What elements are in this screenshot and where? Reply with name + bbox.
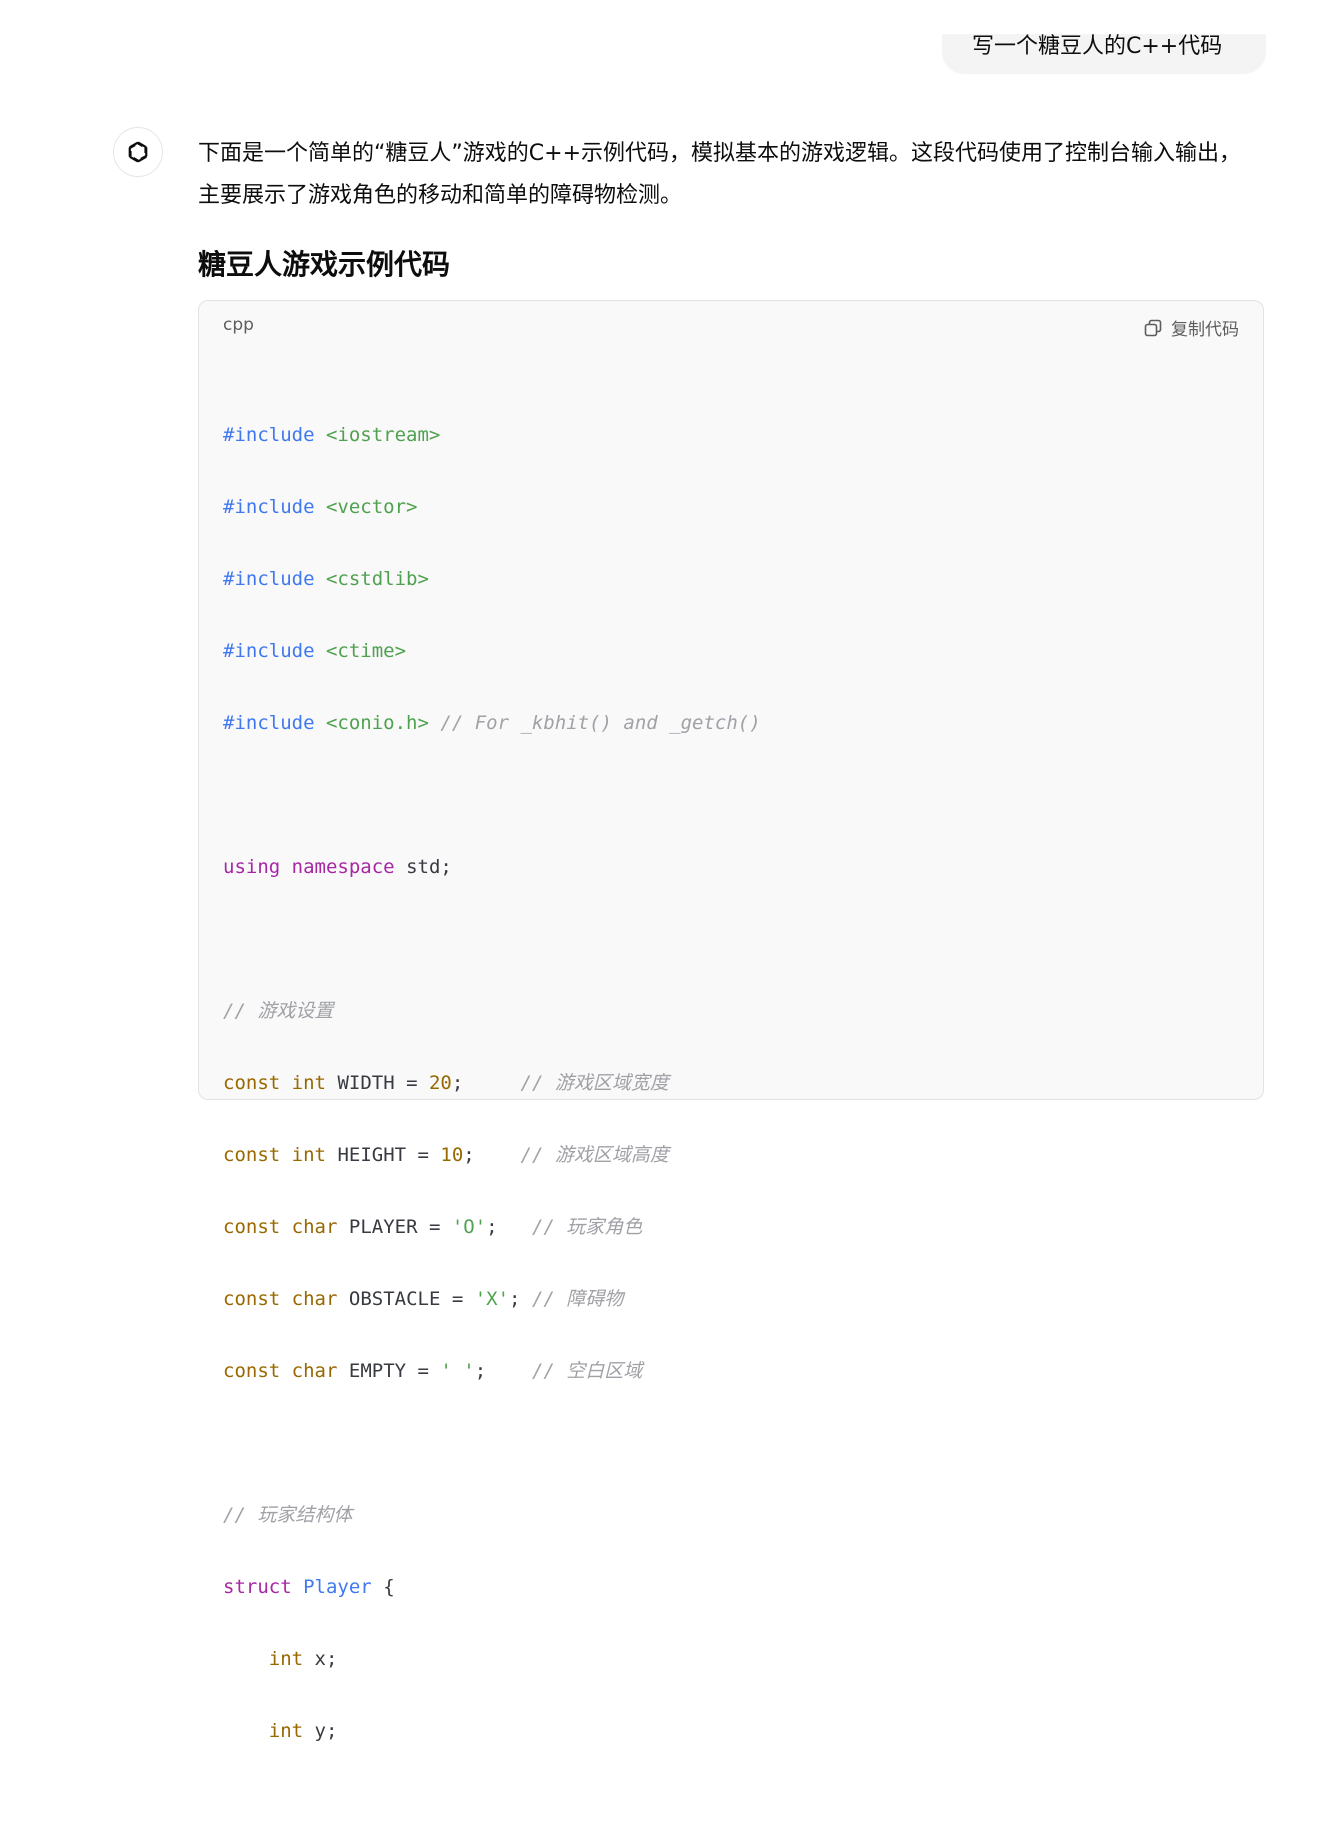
code-line: #include <ctime>: [223, 633, 761, 669]
code-token: ;: [509, 1288, 521, 1310]
code-token: // 游戏区域高度: [520, 1144, 669, 1166]
code-token: int: [268, 1720, 304, 1742]
code-token: <iostream>: [325, 424, 441, 446]
code-line: using namespace std;: [223, 849, 761, 885]
code-line: struct Player {: [223, 1569, 761, 1605]
code-token: WIDTH =: [337, 1072, 418, 1094]
code-token: const: [223, 1144, 281, 1166]
code-line: #include <cstdlib>: [223, 561, 761, 597]
code-line: #include <conio.h> // For _kbhit() and _…: [223, 705, 761, 741]
code-token: <conio.h>: [325, 712, 429, 734]
code-token: const: [223, 1288, 281, 1310]
code-token: char: [291, 1360, 338, 1382]
assistant-intro-text: 下面是一个简单的“糖豆人”游戏的C++示例代码，模拟基本的游戏逻辑。这段代码使用…: [198, 141, 1242, 208]
code-line: #include <iostream>: [223, 417, 761, 453]
code-line: const int WIDTH = 20; // 游戏区域宽度: [223, 1065, 761, 1101]
code-token: 10: [440, 1144, 464, 1166]
code-token: int: [268, 1648, 304, 1670]
code-token: x;: [314, 1648, 338, 1670]
code-token: y;: [314, 1720, 338, 1742]
code-token: // 游戏设置: [223, 1000, 334, 1022]
code-line: const char OBSTACLE = 'X'; // 障碍物: [223, 1281, 761, 1317]
code-line: #include <vector>: [223, 489, 761, 525]
code-token: char: [291, 1288, 338, 1310]
copy-icon: [1144, 319, 1162, 336]
code-token: #include: [223, 712, 315, 734]
code-token: OBSTACLE =: [348, 1288, 464, 1310]
code-token: using: [223, 856, 281, 878]
code-token: #include: [223, 640, 315, 662]
code-token: ' ': [440, 1360, 475, 1382]
code-token: #include: [223, 568, 315, 590]
code-token: // 障碍物: [531, 1288, 624, 1310]
code-token: struct: [223, 1576, 292, 1598]
code-token: ;: [474, 1360, 487, 1382]
user-message-bubble: 写一个糖豆人的C++代码: [942, 34, 1266, 74]
code-line: const char EMPTY = ' '; // 空白区域: [223, 1353, 761, 1389]
code-content: #include <iostream> #include <vector> #i…: [223, 381, 761, 1821]
code-token: ;: [486, 1216, 498, 1238]
code-token: 'X': [474, 1288, 510, 1310]
code-token: <ctime>: [325, 640, 407, 662]
code-token: const: [223, 1360, 281, 1382]
code-token: int: [291, 1072, 326, 1094]
code-token: // 空白区域: [531, 1360, 643, 1382]
code-token: PLAYER =: [348, 1216, 441, 1238]
code-token: <vector>: [325, 496, 418, 518]
openai-logo-icon: [128, 141, 148, 163]
code-token: {: [383, 1576, 395, 1598]
code-token: int: [291, 1144, 326, 1166]
code-token: #include: [223, 496, 315, 518]
code-token: namespace: [291, 856, 395, 878]
code-token: std;: [406, 856, 452, 878]
copy-code-label: 复制代码: [1171, 320, 1239, 340]
code-token: // For _kbhit() and _getch(): [440, 712, 761, 734]
code-token: const: [223, 1072, 281, 1094]
code-token: #include: [223, 424, 315, 446]
code-token: 'O': [451, 1216, 487, 1238]
code-token: ;: [463, 1144, 475, 1166]
code-token: // 游戏区域宽度: [520, 1072, 669, 1094]
code-line: const char PLAYER = 'O'; // 玩家角色: [223, 1209, 761, 1245]
code-token: <cstdlib>: [325, 568, 429, 590]
assistant-avatar: [113, 127, 163, 177]
code-token: 20: [428, 1072, 452, 1094]
code-line: // 游戏设置: [223, 993, 761, 1029]
code-token: HEIGHT =: [337, 1144, 429, 1166]
code-token: EMPTY =: [348, 1360, 429, 1382]
code-line: int x;: [223, 1641, 761, 1677]
code-line: const int HEIGHT = 10; // 游戏区域高度: [223, 1137, 761, 1173]
code-token: // 玩家结构体: [223, 1504, 353, 1526]
code-block: cpp 复制代码 #include <iostream> #include <v…: [198, 300, 1264, 1742]
code-token: // 玩家角色: [531, 1216, 643, 1238]
section-heading: 糖豆人游戏示例代码: [198, 248, 451, 281]
code-token: const: [223, 1216, 281, 1238]
copy-code-button[interactable]: 复制代码: [1143, 315, 1239, 340]
code-language-label: cpp: [223, 315, 254, 335]
code-token: Player: [303, 1576, 372, 1598]
code-token: char: [291, 1216, 338, 1238]
code-line: int y;: [223, 1713, 761, 1749]
code-line: // 玩家结构体: [223, 1497, 761, 1533]
code-token: ;: [451, 1072, 464, 1094]
user-message-text: 写一个糖豆人的C++代码: [972, 34, 1223, 59]
